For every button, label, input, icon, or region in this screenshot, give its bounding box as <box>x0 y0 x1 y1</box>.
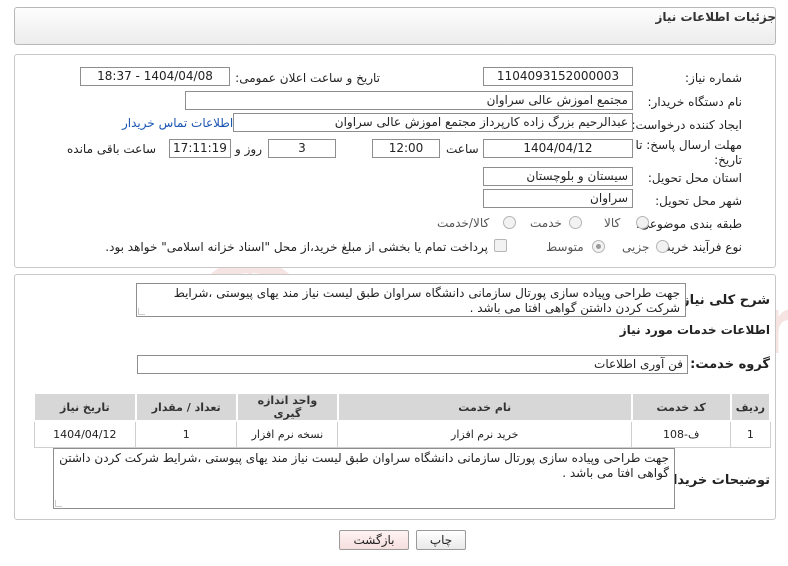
process-minor-radio[interactable] <box>656 240 669 253</box>
col-service-code: کد خدمت <box>630 392 732 422</box>
cell-quantity: 1 <box>135 420 238 448</box>
cell-row-number: 1 <box>730 420 771 448</box>
back-button[interactable]: بازگشت <box>339 530 409 550</box>
days-remaining-field[interactable]: 3 <box>268 139 336 158</box>
creator-label: ایجاد کننده درخواست: <box>631 118 742 132</box>
services-table: ردیف کد خدمت نام خدمت واحد اندازه گیری ت… <box>33 392 772 448</box>
remaining-time-field[interactable]: 17:11:19 <box>169 139 231 158</box>
cell-service-code: ف-108 <box>631 420 732 448</box>
service-group-field[interactable]: فن آوری اطلاعات <box>137 355 688 374</box>
process-medium-radio[interactable] <box>592 240 605 253</box>
creator-field[interactable]: عبدالرحیم بزرگ زاده کارپرداز مجتمع اموزش… <box>233 113 633 132</box>
remaining-time-label: ساعت باقی مانده <box>67 142 157 156</box>
need-info-panel <box>14 54 776 268</box>
buyer-contact-link[interactable]: اطلاعات تماس خریدار <box>122 116 233 130</box>
category-service-radio[interactable] <box>569 216 582 229</box>
cell-service-name: خرید نرم افزار <box>337 420 633 448</box>
print-button[interactable]: چاپ <box>416 530 466 550</box>
deadline-time-field[interactable]: 12:00 <box>372 139 440 158</box>
buyer-org-field[interactable]: مجتمع اموزش عالی سراوان <box>185 91 633 110</box>
page-title: جزئیات اطلاعات نیاز <box>655 10 776 24</box>
buyer-notes-text: جهت طراحی وپیاده سازی پورتال سازمانی دان… <box>59 451 669 480</box>
process-minor-label: جزیی <box>622 240 650 254</box>
col-row-number: ردیف <box>729 392 772 422</box>
category-goods-radio[interactable] <box>636 216 649 229</box>
category-label: طبقه بندی موضوعی: <box>635 217 742 231</box>
announce-date-field[interactable]: 1404/04/08 - 18:37 <box>80 67 230 86</box>
summary-text: جهت طراحی وپیاده سازی پورتال سازمانی دان… <box>173 286 680 315</box>
category-goods-service-radio[interactable] <box>503 216 516 229</box>
col-unit: واحد اندازه گیری <box>235 392 339 422</box>
services-section-title: اطلاعات خدمات مورد نیاز <box>619 323 770 337</box>
city-field[interactable]: سراوان <box>483 189 633 208</box>
process-medium-label: متوسط <box>546 240 584 254</box>
cell-unit: نسخه نرم افزار <box>236 420 339 448</box>
col-need-date: تاریخ نیاز <box>33 392 137 422</box>
days-label: روز و <box>235 142 262 156</box>
need-number-label: شماره نیاز: <box>685 71 742 85</box>
process-type-label: نوع فرآیند خرید : <box>657 240 742 254</box>
buyer-notes-label: توضیحات خریدار: <box>660 473 770 488</box>
province-field[interactable]: سیستان و بلوچستان <box>483 167 633 186</box>
deadline-date-label: تاریخ: <box>714 153 742 167</box>
resize-handle-icon[interactable] <box>55 500 62 507</box>
col-quantity: تعداد / مقدار <box>134 392 238 422</box>
category-goods-service-label: کالا/خدمت <box>437 216 490 230</box>
table-row[interactable]: 1 ف-108 خرید نرم افزار نسخه نرم افزار 1 … <box>33 420 771 448</box>
deadline-label: مهلت ارسال پاسخ: تا <box>635 138 742 152</box>
buyer-notes-textarea[interactable]: جهت طراحی وپیاده سازی پورتال سازمانی دان… <box>53 448 675 509</box>
deadline-date-field[interactable]: 1404/04/12 <box>483 139 633 158</box>
city-label: شهر محل تحویل: <box>655 194 742 208</box>
summary-textarea[interactable]: جهت طراحی وپیاده سازی پورتال سازمانی دان… <box>136 283 686 317</box>
category-goods-label: کالا <box>604 216 621 230</box>
deadline-time-label: ساعت <box>446 142 479 156</box>
buyer-org-label: نام دستگاه خریدار: <box>647 95 743 109</box>
cell-need-date: 1404/04/12 <box>33 420 137 448</box>
treasury-payment-checkbox[interactable] <box>494 239 507 252</box>
col-service-name: نام خدمت <box>336 392 633 422</box>
announce-date-label: تاریخ و ساعت اعلان عمومی: <box>235 71 380 85</box>
summary-label: شرح کلی نیاز: <box>676 293 770 308</box>
province-label: استان محل تحویل: <box>647 171 742 185</box>
resize-handle-icon[interactable] <box>138 308 145 315</box>
category-service-label: خدمت <box>530 216 562 230</box>
treasury-payment-note: پرداخت تمام یا بخشی از مبلغ خرید،از محل … <box>105 240 488 254</box>
service-group-label: گروه خدمت: <box>690 357 770 372</box>
need-number-field[interactable]: 1104093152000003 <box>483 67 633 86</box>
services-table-header: ردیف کد خدمت نام خدمت واحد اندازه گیری ت… <box>33 392 772 422</box>
